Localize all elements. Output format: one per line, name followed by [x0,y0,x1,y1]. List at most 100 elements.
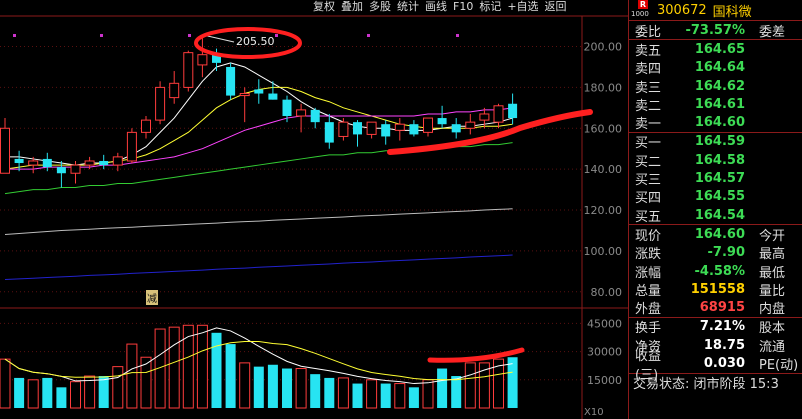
price-tick-label: 120.00 [584,204,623,217]
toolbar-button-5[interactable]: F10 [450,0,476,14]
toolbar-button-0[interactable]: 复权 [310,0,338,14]
candle-body [112,156,123,166]
stat-row-label2: 股本 [759,321,786,337]
volume-bar [324,377,335,408]
price-tick-label: 200.00 [584,41,623,54]
candle-body [366,121,377,135]
stat-row-value: 164.60 [694,226,745,242]
stat-row: 总量 151558 量比 [629,280,802,299]
candle-body [338,121,349,137]
stat-row-label: 换手 [635,321,662,337]
volume-bar [337,377,349,409]
bid-row: 买四 164.55 [629,188,802,206]
toolbar-button-7[interactable]: +自选 [504,0,541,14]
candle-body [226,66,236,96]
candle-body [282,99,292,117]
volume-bar [352,383,363,408]
candle-body [324,122,334,143]
candle-body [169,82,180,99]
candle-body [409,124,419,135]
candle-body [239,93,250,97]
candle-body [508,103,518,119]
price-tick-label: 180.00 [584,81,623,94]
volume-bar [0,358,11,409]
stat-row: 涨跌 -7.90 最高 [629,244,802,262]
event-marker [188,34,191,37]
ask-row-value: 164.61 [694,96,745,112]
bid-row-label: 买一 [635,136,662,152]
candle-body [353,122,362,135]
candle-body [28,160,39,166]
stat-row: 现价 164.60 今开 [629,225,802,244]
volume-bar [464,362,476,409]
ask-row-value: 164.65 [694,41,745,57]
volume-bar [225,344,236,408]
bid-row-label: 买二 [635,154,662,170]
bid-book: 买一 164.59 买二 164.58 买三 164.57 买四 164.55 买五 164.54 [629,133,802,226]
candle-body [254,89,264,94]
chart-toolbar: 复权 叠加 多股 统计 画线 F10 标记 +自选 返回 [310,0,626,14]
ask-row-value: 164.62 [694,78,745,94]
toolbar-button-3[interactable]: 统计 [394,0,422,14]
stock-title: R 1000 300672 国科微 [629,0,802,21]
candle-body [479,113,490,121]
high-price-label: 205.50 [236,35,275,48]
bid-row-label: 买五 [635,209,662,225]
ask-row-label: 卖一 [635,117,662,133]
candle-body [437,118,447,125]
volume-bar [98,376,109,408]
toolbar-button-2[interactable]: 多股 [366,0,394,14]
quote-panel: R 1000 300672 国科微 委比 -73.57% 委差 卖五 164.65… [628,0,802,419]
ask-book: 卖五 164.65 卖四 164.64 卖三 164.62 卖二 164.61 卖一 164.60 [629,40,802,133]
volume-bar [282,368,292,408]
volume-bar [295,368,307,409]
ask-row: 卖二 164.61 [629,95,802,114]
bid-row: 买一 164.59 [629,133,802,151]
candle-body [99,160,109,166]
stat-row: 收益(三) 0.030 PE(动) [629,349,802,383]
candle-body [394,123,405,131]
high-price-value: 205.50 [236,35,275,48]
bid-row-label: 买四 [635,191,662,207]
stat-row-label2: 最低 [759,265,786,281]
price-tick-label: 100.00 [584,245,623,258]
volume-tick-label: 45000 [587,317,622,330]
ma-line [4,208,513,236]
weicha-label: 委差 [759,24,786,40]
toolbar-button-1[interactable]: 叠加 [338,0,366,14]
stock-code[interactable]: 300672 [657,3,707,18]
bid-row-label: 买三 [635,173,662,189]
stat-row-label2: PE(动) [759,358,799,373]
volume-bar [408,387,419,408]
stat-row: 外盘 68915 内盘 [629,298,802,317]
volume-unit-label: X10 [584,407,604,418]
price-tick-label: 80.00 [591,286,623,299]
stock-name[interactable]: 国科微 [713,1,752,20]
candle-body [465,121,476,129]
price-tick-label: 160.00 [584,122,623,135]
toolbar-button-8[interactable]: 返回 [542,0,570,14]
stat-row-label: 涨幅 [635,265,662,281]
volume-bar [112,366,124,409]
candle-body [493,105,504,123]
candle-body [0,127,10,174]
ma-line [4,254,513,281]
kline-chart[interactable]: 200.00 180.00 160.00 140.00 120.00 100.00 80.0… [0,0,628,419]
volume-bar [366,379,378,409]
candle-body [183,52,194,88]
toolbar-button-6[interactable]: 标记 [476,0,504,14]
bid-row: 买二 164.58 [629,151,802,170]
candle-body [310,109,320,123]
rongzi-badge-icon: R 1000 [631,0,655,19]
ask-row: 卖一 164.60 [629,113,802,133]
candle-body [42,158,52,168]
volume-bar [422,379,434,409]
volume-bar [56,387,67,408]
stat-row-value: -4.58% [694,263,746,279]
volume-bar [310,374,321,408]
stat-row-label2: 流通 [759,339,786,355]
stat-row-value: 7.21% [699,319,745,335]
toolbar-button-4[interactable]: 画线 [422,0,450,14]
candle-body [423,117,433,133]
quote-stats-2: 换手 7.21% 股本 净资 18.75 流通 收益(三) 0.030 PE(动) [629,318,802,383]
